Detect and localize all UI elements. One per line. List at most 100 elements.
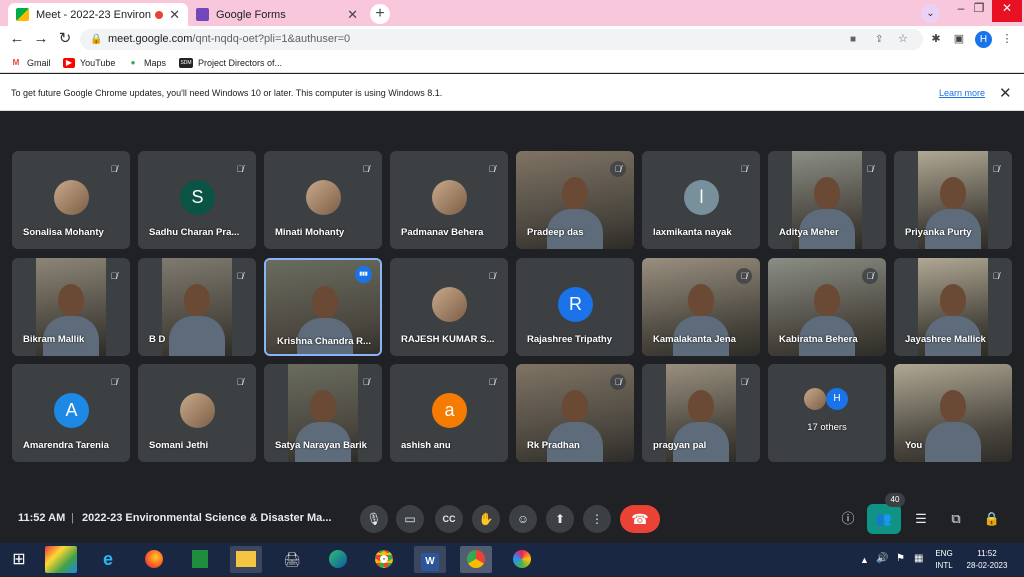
participant-name: Krishna Chandra R... (277, 336, 371, 347)
forward-icon[interactable]: → (32, 30, 50, 48)
share-icon[interactable]: ⇪ (875, 29, 883, 50)
youtube-icon: ▶ (63, 58, 75, 68)
tray-chevron-icon[interactable]: ▲ (860, 554, 869, 566)
participant-tile[interactable]: R Rajashree Tripathy (516, 258, 634, 356)
firefox-icon[interactable] (138, 546, 170, 573)
reactions-button[interactable]: ☺ (509, 505, 537, 533)
clock[interactable]: 11:52 28-02-2023 (960, 548, 1014, 572)
start-icon[interactable]: ⊞ (3, 546, 35, 573)
bookmarks-bar: M Gmail ▶ YouTube ● Maps SDM Project Directo… (0, 53, 1024, 73)
extensions-icon[interactable]: ✱ (928, 31, 944, 47)
mic-muted-icon: 🎙̸ (106, 268, 122, 284)
end-call-button[interactable]: ☎ (620, 505, 660, 533)
network-icon[interactable]: ▦ (914, 553, 923, 565)
close-window-icon[interactable]: ✕ (992, 0, 1022, 22)
participant-name: Padmanav Behera (401, 227, 484, 238)
participant-tile[interactable]: Satya Narayan Barik 🎙̸ (264, 364, 382, 462)
tab-forms[interactable]: Google Forms ✕ (188, 3, 366, 26)
language-indicator[interactable]: ENG INTL (932, 548, 956, 572)
participant-name: RAJESH KUMAR S... (401, 334, 495, 345)
participant-tile[interactable]: Rk Pradhan 🎙̸ (516, 364, 634, 462)
person-silhouette (312, 286, 338, 318)
side-panel-icon[interactable]: ▣ (951, 31, 967, 47)
participant-tile[interactable]: Kamalakanta Jena 🎙̸ (642, 258, 760, 356)
infobar-message: To get future Google Chrome updates, you… (11, 88, 443, 98)
participant-tile[interactable]: Priyanka Purty 🎙̸ (894, 151, 1012, 249)
camera-icon[interactable]: ■ (850, 29, 856, 50)
participant-tile[interactable]: Kabiratna Behera 🎙̸ (768, 258, 886, 356)
people-count-badge: 40 (885, 493, 905, 507)
participant-tile[interactable]: A Amarendra Tarenia 🎙̸ (12, 364, 130, 462)
participant-tile[interactable]: RAJESH KUMAR S... 🎙̸ (390, 258, 508, 356)
learn-more-link[interactable]: Learn more (939, 88, 985, 98)
bookmark-maps[interactable]: ● Maps (127, 56, 166, 70)
bookmark-star-icon[interactable]: ☆ (898, 29, 908, 50)
participant-name: Amarendra Tarenia (23, 440, 109, 451)
participant-tile[interactable]: You (894, 364, 1012, 462)
tab-meet[interactable]: Meet - 2022-23 Environment ✕ (8, 3, 188, 26)
restore-icon[interactable]: ❐ (964, 0, 994, 22)
chat-icon[interactable]: ☰ (909, 507, 933, 531)
word-icon[interactable]: W (414, 546, 446, 573)
bookmark-gmail[interactable]: M Gmail (10, 56, 51, 70)
printer-icon[interactable]: 🖨 (276, 546, 308, 573)
tab-search-icon[interactable]: ⌄ (921, 4, 940, 23)
chrome-profile-icon[interactable] (460, 546, 492, 573)
menu-icon[interactable]: ⋮ (999, 31, 1015, 47)
mic-muted-icon: 🎙̸ (362, 164, 370, 174)
raise-hand-button[interactable]: ✋ (472, 505, 500, 533)
meet-stage: Sonalisa Mohanty 🎙̸ S Sadhu Charan Pra... 🎙̸… (0, 111, 1024, 543)
meeting-info-icon[interactable]: ⓘ (836, 507, 860, 531)
participant-tile[interactable]: Minati Mohanty 🎙̸ (264, 151, 382, 249)
activities-icon[interactable]: ⧉ (944, 507, 968, 531)
participant-tile[interactable]: B D 🎙̸ (138, 258, 256, 356)
participant-tile[interactable]: pragyan pal 🎙̸ (642, 364, 760, 462)
app-icon[interactable] (45, 546, 77, 573)
flag-icon[interactable]: ⚑ (896, 553, 905, 565)
meet-favicon-icon (16, 8, 29, 21)
more-options-button[interactable]: ⋮ (583, 505, 611, 533)
participant-tile[interactable]: Sonalisa Mohanty 🎙̸ (12, 151, 130, 249)
new-tab-button[interactable]: + (370, 4, 390, 24)
captions-button[interactable]: CC (435, 505, 463, 533)
participant-name: Jayashree Mallick (905, 334, 986, 345)
present-button[interactable]: ⬆ (546, 505, 574, 533)
participant-tile[interactable]: l laxmikanta nayak 🎙̸ (642, 151, 760, 249)
participant-tile[interactable]: S Sadhu Charan Pra... 🎙̸ (138, 151, 256, 249)
host-controls-icon[interactable]: 🔒 (980, 507, 1004, 531)
infobar-close-icon[interactable]: ✕ (999, 84, 1012, 102)
microphone-button[interactable]: 🎙 (360, 505, 388, 533)
camera-button[interactable]: ▭ (396, 505, 424, 533)
back-icon[interactable]: ← (8, 30, 26, 48)
participant-tile[interactable]: a ashish anu 🎙̸ (390, 364, 508, 462)
participant-tile[interactable]: Aditya Meher 🎙̸ (768, 151, 886, 249)
participant-name: Bikram Mallik (23, 334, 85, 345)
volume-icon[interactable]: 🔊 (876, 553, 888, 565)
spreadsheet-icon[interactable] (184, 546, 216, 573)
paint-icon[interactable] (506, 546, 538, 573)
internet-explorer-icon[interactable]: e (92, 546, 124, 573)
participant-tile[interactable]: Krishna Chandra R... ▮▮▮ (264, 258, 382, 356)
close-tab-icon[interactable]: ✕ (169, 7, 180, 23)
participant-tile[interactable]: Jayashree Mallick 🎙̸ (894, 258, 1012, 356)
file-explorer-icon[interactable] (230, 546, 262, 573)
participant-tile[interactable]: H 17 others (768, 364, 886, 462)
participant-tile[interactable]: Somani Jethi 🎙̸ (138, 364, 256, 462)
mic-muted-icon: 🎙̸ (736, 374, 752, 390)
participant-tile[interactable]: Padmanav Behera 🎙̸ (390, 151, 508, 249)
bookmark-project-directors[interactable]: SDM Project Directors of... (179, 56, 282, 70)
address-bar[interactable]: 🔒 meet.google.com/qnt-nqdq-oet?pli=1&aut… (80, 29, 923, 50)
participant-tile[interactable]: Bikram Mallik 🎙̸ (12, 258, 130, 356)
chrome-icon[interactable] (368, 546, 400, 573)
sdm-badge: SDM (179, 58, 193, 68)
people-button[interactable]: 👥 (867, 504, 901, 534)
profile-avatar[interactable]: H (975, 31, 992, 48)
participant-tile[interactable]: Pradeep das 🎙̸ (516, 151, 634, 249)
bookmark-youtube[interactable]: ▶ YouTube (63, 56, 115, 70)
mic-muted-icon: 🎙̸ (232, 268, 248, 284)
reload-icon[interactable]: ↻ (56, 30, 74, 48)
close-tab-icon[interactable]: ✕ (347, 7, 358, 23)
participant-name: Somani Jethi (149, 440, 209, 451)
edge-icon[interactable] (322, 546, 354, 573)
profile-photo (54, 180, 89, 215)
